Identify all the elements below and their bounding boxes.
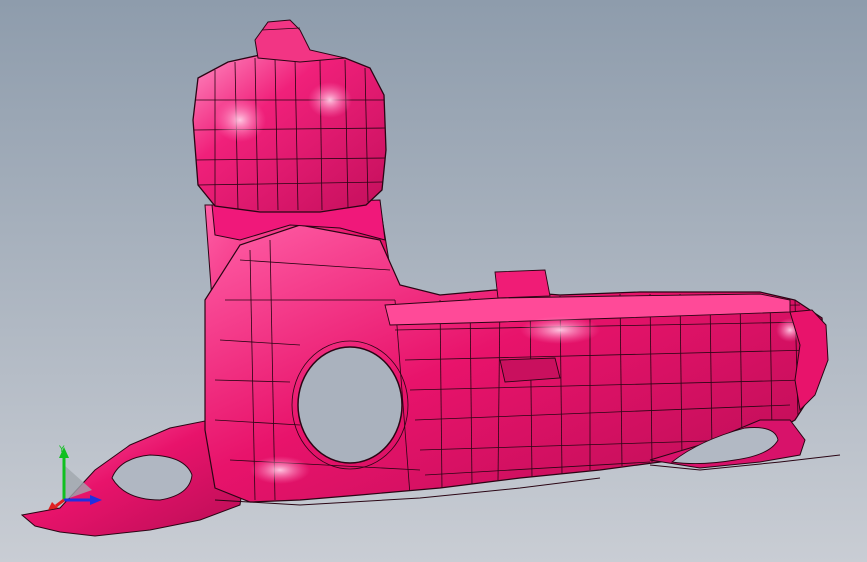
- y-axis-label: Y: [58, 445, 65, 455]
- 3d-graphics-viewport[interactable]: Y: [0, 0, 867, 562]
- model-canvas[interactable]: Y: [0, 0, 867, 562]
- specular-highlight: [214, 98, 266, 142]
- specular-highlight: [308, 82, 352, 118]
- specular-highlight: [520, 316, 600, 344]
- pillar-hole: [297, 346, 403, 464]
- slot-feature[interactable]: [499, 357, 561, 383]
- top-boss[interactable]: [494, 269, 551, 299]
- specular-highlight: [250, 456, 310, 484]
